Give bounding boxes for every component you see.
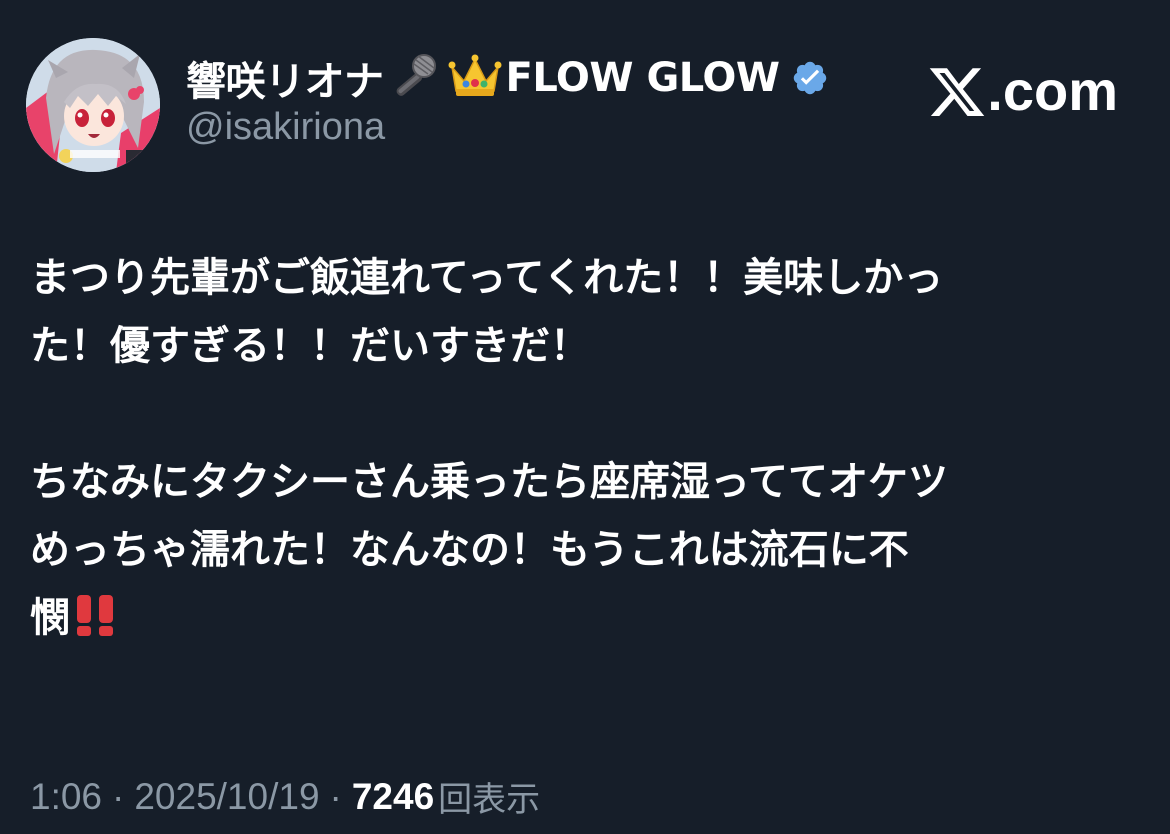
tweet-line: た！優すぎる！！だいすきだ！ <box>30 323 590 369</box>
avatar-illustration <box>26 38 160 172</box>
double-exclamation-icon <box>72 590 122 658</box>
meta-separator: · <box>329 775 342 817</box>
crown-icon <box>448 53 502 103</box>
site-label: .com <box>987 59 1118 122</box>
tweet-line-text: 憫 <box>30 595 70 641</box>
tweet-line-last: 憫 <box>30 584 1140 658</box>
tweet-paragraph: まつり先輩がご飯連れてってくれた！！美味しかっ た！優すぎる！！だいすきだ！ <box>30 244 1140 380</box>
tweet-paragraph: ちなみにタクシーさん乗ったら座席湿っててオケツ めっちゃ濡れた！なんなの！もうこ… <box>30 448 1140 658</box>
tweet-text: まつり先輩がご飯連れてってくれた！！美味しかっ た！優すぎる！！だいすきだ！ ち… <box>30 244 1140 658</box>
tweet-line: ちなみにタクシーさん乗ったら座席湿っててオケツ <box>30 459 948 505</box>
tweet-line: めっちゃ濡れた！なんなの！もうこれは流石に不 <box>30 527 909 573</box>
meta-separator: · <box>112 775 125 817</box>
author-handle[interactable]: @isakiriona <box>186 106 385 149</box>
tweet-meta: 1:06 · 2025/10/19 · 7246 回表示 <box>30 772 540 821</box>
avatar[interactable] <box>26 38 160 172</box>
author-display-name: 響咲リオナ <box>186 59 384 105</box>
tweet-line: まつり先輩がご飯連れてってくれた！！美味しかっ <box>30 255 944 301</box>
x-logo-icon <box>930 67 985 116</box>
tweet-date[interactable]: 2025/10/19 <box>134 776 319 818</box>
tweet-card: 響咲リオナ FLOW GLOW @isakiriona .com まつり先輩がご… <box>0 0 1170 834</box>
microphone-icon <box>388 52 440 104</box>
tweet-time[interactable]: 1:06 <box>30 776 102 818</box>
views-label: 回表示 <box>438 780 541 820</box>
views-count[interactable]: 7246 <box>352 776 434 818</box>
x-com-watermark: .com <box>929 58 1118 123</box>
verified-badge-icon[interactable] <box>791 59 829 97</box>
author-name-row[interactable]: 響咲リオナ FLOW GLOW <box>186 50 829 106</box>
author-name-suffix: FLOW GLOW <box>505 55 780 101</box>
